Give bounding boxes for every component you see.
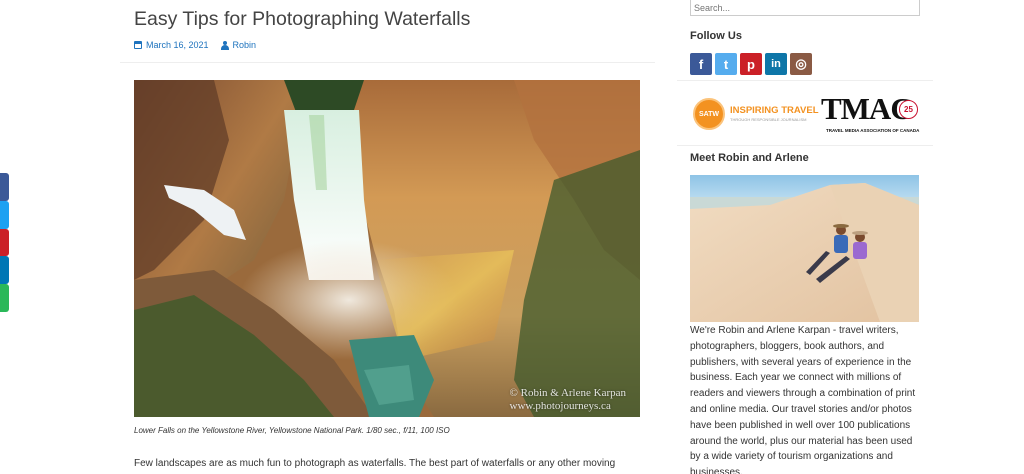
twitter-share-button[interactable]	[0, 200, 9, 229]
membership-logos: SATW INSPIRING TRAVEL THROUGH RESPONSIBL…	[690, 90, 920, 142]
author-link[interactable]: Robin	[233, 40, 257, 50]
satw-name: INSPIRING TRAVEL	[730, 105, 819, 116]
author-portrait	[690, 175, 919, 322]
article-meta: March 16, 2021 Robin	[134, 40, 256, 50]
divider	[677, 80, 933, 81]
linkedin-icon[interactable]: in	[765, 53, 787, 75]
post-date-link[interactable]: March 16, 2021	[146, 40, 209, 50]
article-body: Few landscapes are as much fun to photog…	[134, 458, 616, 469]
satw-tagline: THROUGH RESPONSIBLE JOURNALISM	[730, 117, 807, 122]
follow-us-heading: Follow Us	[690, 30, 742, 42]
linkedin-share-button[interactable]	[0, 256, 9, 285]
pinterest-share-button[interactable]	[0, 228, 9, 257]
article: Easy Tips for Photographing Waterfalls M…	[120, 0, 655, 474]
instagram-icon[interactable]: ◎	[790, 53, 812, 75]
facebook-icon[interactable]: f	[690, 53, 712, 75]
email-share-button[interactable]	[0, 284, 9, 312]
photo-caption: Lower Falls on the Yellowstone River, Ye…	[134, 426, 450, 435]
satw-logo[interactable]: SATW	[693, 98, 725, 130]
author-bio: We're Robin and Arlene Karpan - travel w…	[690, 325, 916, 474]
meet-heading: Meet Robin and Arlene	[690, 152, 809, 164]
follow-icons: f t p in ◎	[690, 53, 812, 75]
pinterest-icon[interactable]: p	[740, 53, 762, 75]
photo-watermark: © Robin & Arlene Karpan www.photojourney…	[509, 387, 627, 412]
user-icon	[220, 40, 229, 50]
facebook-share-button[interactable]	[0, 173, 9, 201]
divider	[120, 62, 655, 63]
tmac-anniversary-badge: 25	[899, 100, 918, 119]
search-input[interactable]	[690, 0, 920, 16]
twitter-icon[interactable]: t	[715, 53, 737, 75]
waterfall-photo: © Robin & Arlene Karpan www.photojourney…	[134, 80, 640, 417]
article-title: Easy Tips for Photographing Waterfalls	[134, 8, 471, 30]
calendar-icon	[134, 41, 142, 49]
tmac-tagline: TRAVEL MEDIA ASSOCIATION OF CANADA	[826, 128, 920, 133]
share-rail	[0, 173, 9, 312]
divider	[677, 145, 933, 146]
